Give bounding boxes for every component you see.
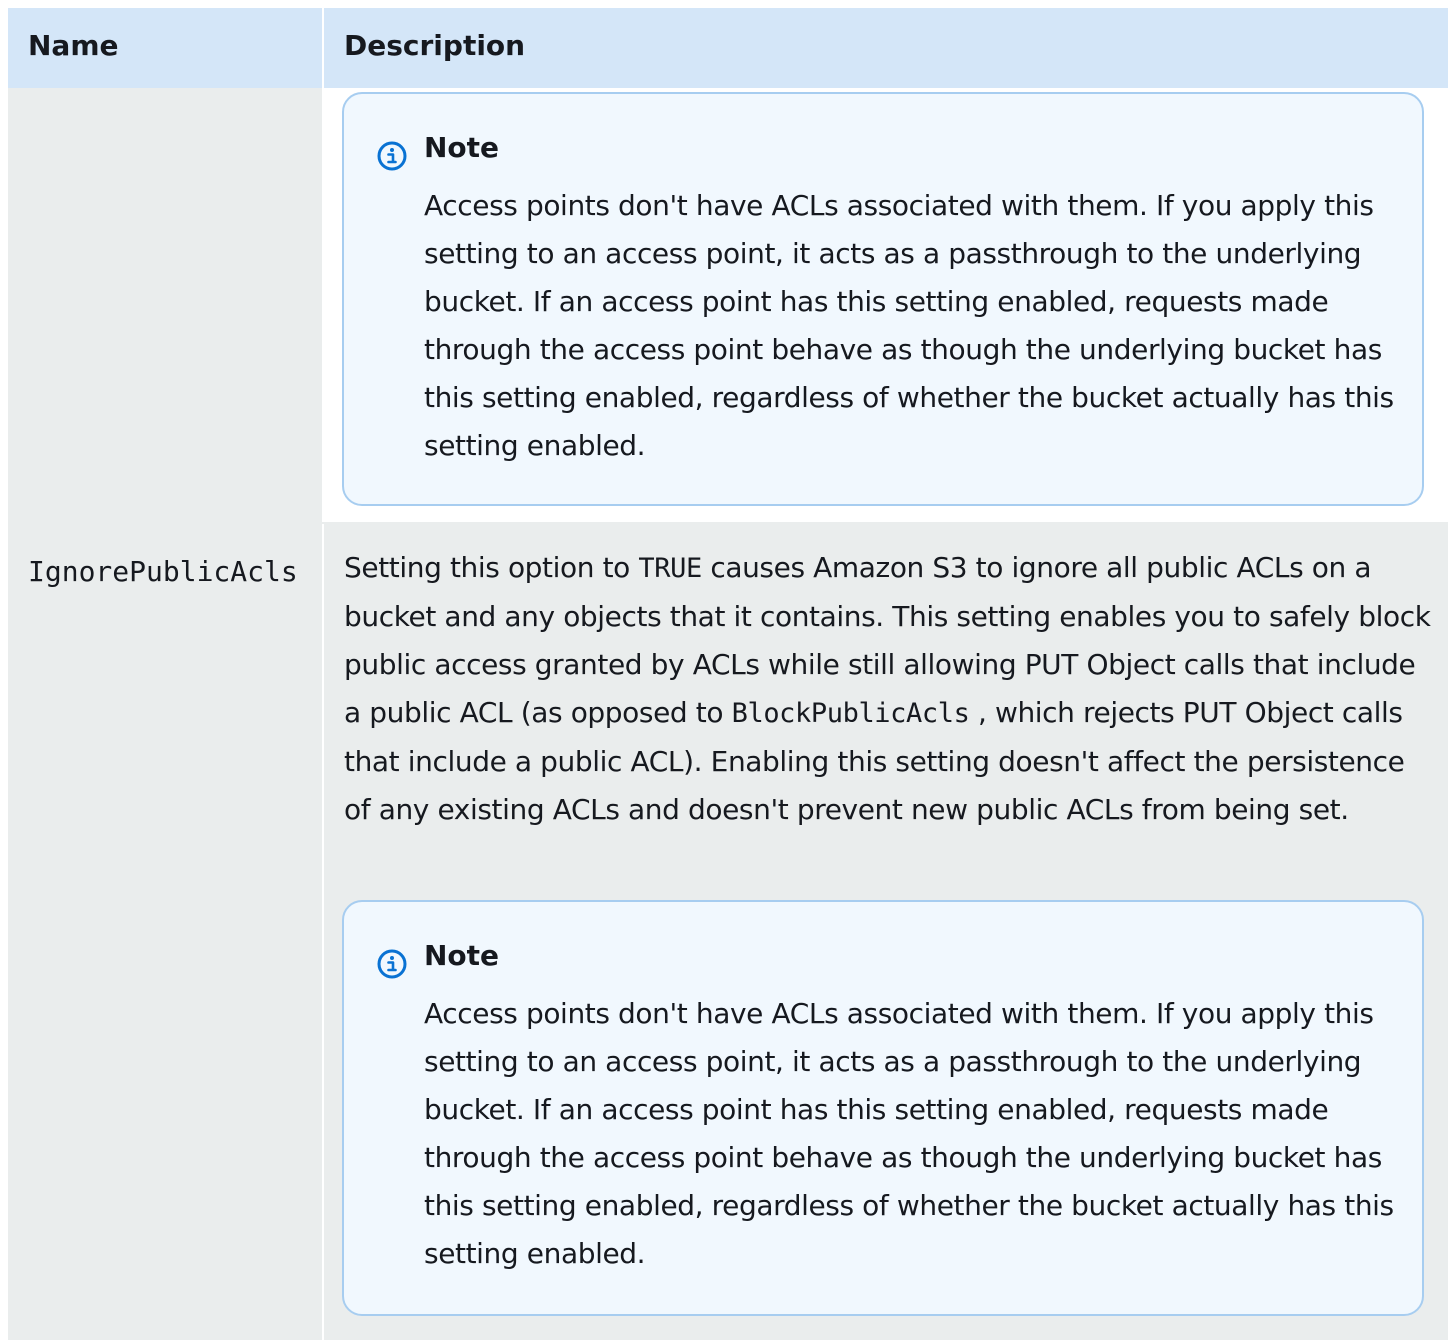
description-text: Setting this option to [344,551,639,584]
info-icon [377,141,407,171]
parameter-description: Setting this option to TRUE causes Amazo… [344,544,1432,834]
note-title: Note [424,131,500,164]
header-divider [322,8,324,88]
note-body: Access points don't have ACLs associated… [424,189,1394,462]
note-body: Access points don't have ACLs associated… [424,997,1394,1270]
code-true: TRUE [638,553,702,584]
table-header: Name Description [8,8,1448,88]
column-header-description: Description [344,29,526,62]
table-row: IgnorePublicAcls Setting this option to … [8,524,1448,1340]
parameter-name: IgnorePublicAcls [28,555,298,588]
name-cell: IgnorePublicAcls [8,524,322,1340]
description-cell: Setting this option to TRUE causes Amazo… [324,524,1448,1340]
code-blockpublicacls: BlockPublicAcls [731,698,970,729]
note-title: Note [424,939,500,972]
note-callout: Note Access points don't have ACLs assoc… [342,900,1424,1316]
note-callout: Note Access points don't have ACLs assoc… [342,92,1424,506]
table-row: Note Access points don't have ACLs assoc… [8,88,1448,522]
name-cell [8,88,322,522]
description-cell: Note Access points don't have ACLs assoc… [324,88,1448,522]
info-icon [377,949,407,979]
column-header-name: Name [28,29,119,62]
